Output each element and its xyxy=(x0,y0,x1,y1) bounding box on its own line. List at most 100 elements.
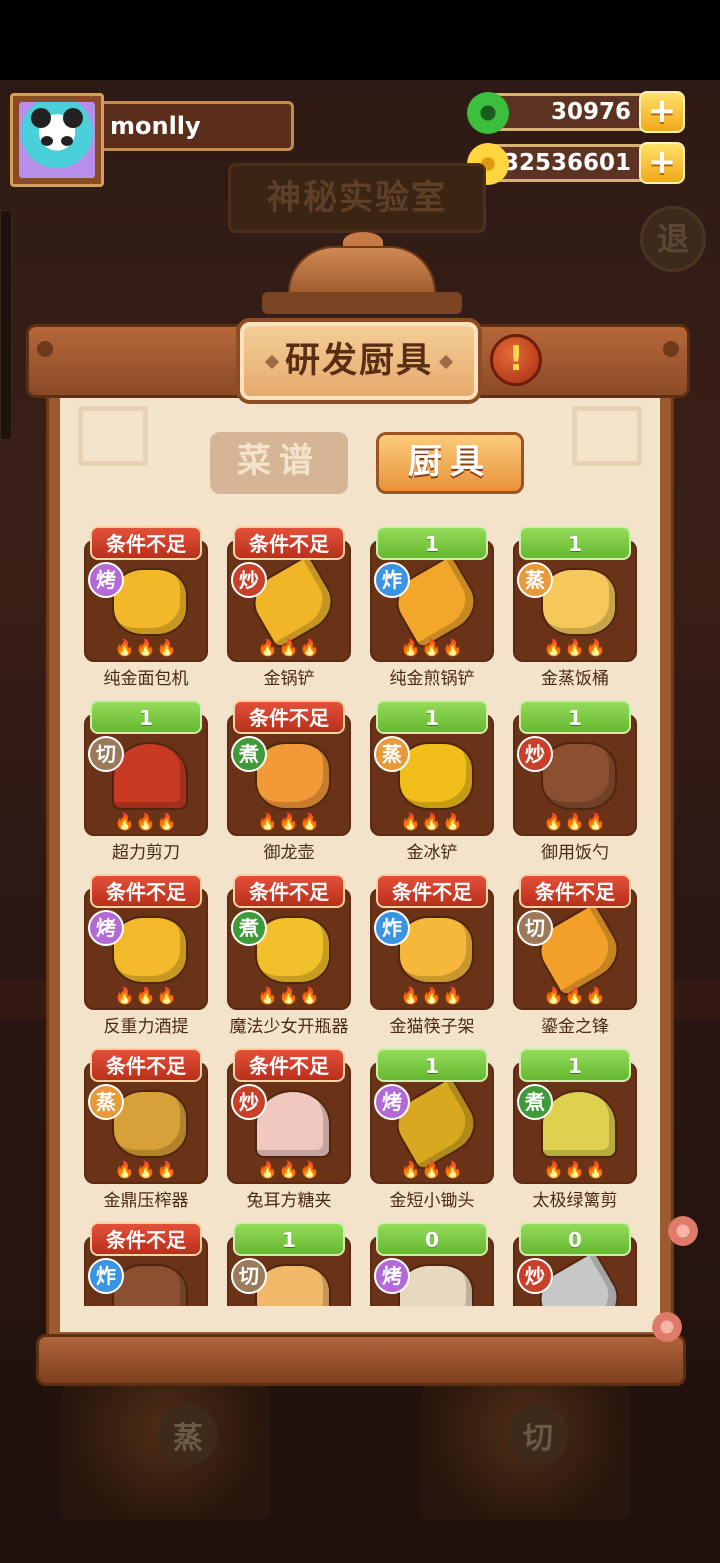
side-drawer-tab[interactable] xyxy=(0,210,12,440)
cookware-item[interactable]: 条件不足煮 🔥🔥🔥 御龙壶 xyxy=(227,700,351,874)
bottle-icon xyxy=(114,1266,186,1306)
info-alert-button[interactable]: ! xyxy=(490,334,542,386)
flame-rating-icon: 🔥🔥🔥 xyxy=(257,986,321,1005)
flame-rating-icon: 🔥🔥🔥 xyxy=(257,1160,321,1179)
item-name: 鎏金之锋 xyxy=(541,1017,609,1037)
cookware-item[interactable]: 条件不足烤 🔥🔥🔥 反重力酒提 xyxy=(84,874,208,1048)
press-icon xyxy=(114,1092,186,1156)
rod-cap xyxy=(37,341,53,357)
cook-method-badge: 蒸 xyxy=(517,562,553,598)
avatar-frame[interactable] xyxy=(10,93,104,187)
flame-rating-icon: 🔥🔥🔥 xyxy=(257,638,321,657)
exit-button[interactable]: 退 xyxy=(640,206,706,272)
cookware-item[interactable]: 条件不足蒸 🔥🔥🔥 金鼎压榨器 xyxy=(84,1048,208,1222)
cookware-item[interactable]: 0炒🔥🔥🔥 xyxy=(513,1222,637,1306)
add-gold-button[interactable]: + xyxy=(639,142,685,184)
cook-method-badge: 切 xyxy=(231,1258,267,1294)
ladle-icon xyxy=(543,744,615,808)
tab-recipes[interactable]: 菜谱 xyxy=(210,432,348,494)
requirement-badge: 条件不足 xyxy=(90,1222,202,1256)
item-name: 金蒸饭桶 xyxy=(541,669,609,689)
title-diamond-icon xyxy=(438,354,454,370)
item-name: 超力剪刀 xyxy=(112,843,180,863)
requirement-badge: 条件不足 xyxy=(376,874,488,908)
lab-title: 神秘实验室 xyxy=(228,163,486,233)
flame-rating-icon: 🔥🔥🔥 xyxy=(543,1160,607,1179)
quantity-badge: 1 xyxy=(519,1048,631,1082)
gold-amount: 32536601 xyxy=(502,150,631,176)
cook-method-badge: 煮 xyxy=(517,1084,553,1120)
cook-method-badge: 炒 xyxy=(517,1258,553,1294)
quantity-badge: 1 xyxy=(376,700,488,734)
avatar-eye xyxy=(41,136,53,146)
requirement-badge: 条件不足 xyxy=(233,526,345,560)
cook-method-badge: 炒 xyxy=(231,562,267,598)
item-name: 御龙壶 xyxy=(263,843,315,863)
cook-method-badge: 蒸 xyxy=(88,1084,124,1120)
cookware-item[interactable]: 1 烤 🔥🔥🔥 金短小锄头 xyxy=(370,1048,494,1222)
panel-title: 研发厨具 xyxy=(236,318,482,404)
cook-method-badge: 炒 xyxy=(517,736,553,772)
jade-icon xyxy=(467,92,509,134)
cook-method-badge: 煮 xyxy=(231,736,267,772)
item-name: 金锅铲 xyxy=(263,669,315,689)
cookware-item[interactable]: 条件不足炒 🔥🔥🔥 兔耳方糖夹 xyxy=(227,1048,351,1222)
cookware-item[interactable]: 0烤🔥🔥🔥 xyxy=(370,1222,494,1306)
add-jade-button[interactable]: + xyxy=(639,91,685,133)
avatar[interactable] xyxy=(19,102,95,178)
cookware-item[interactable]: 条件不足炒 🔥🔥🔥 金锅铲 xyxy=(227,526,351,700)
requirement-badge: 条件不足 xyxy=(90,874,202,908)
cookware-item[interactable]: 1 煮 🔥🔥🔥 太极绿篱剪 xyxy=(513,1048,637,1222)
cookware-item[interactable]: 1 炒 🔥🔥🔥 御用饭勺 xyxy=(513,700,637,874)
cookware-item[interactable]: 1 蒸 🔥🔥🔥 金蒸饭桶 xyxy=(513,526,637,700)
cookware-item[interactable]: 1 炸 🔥🔥🔥 纯金煎锅铲 xyxy=(370,526,494,700)
cookware-item[interactable]: 1 蒸 🔥🔥🔥 金冰铲 xyxy=(370,700,494,874)
flame-rating-icon: 🔥🔥🔥 xyxy=(400,638,464,657)
toaster-icon xyxy=(114,570,186,634)
avatar-ear xyxy=(63,108,83,128)
cookware-grid: 条件不足烤 🔥🔥🔥 纯金面包机 条件不足炒 🔥🔥🔥 金锅铲 1 炸 🔥🔥🔥 纯金煎锅铲 1 蒸 🔥🔥🔥 金… xyxy=(84,526,644,1306)
panel-title-text: 研发厨具 xyxy=(284,341,433,381)
hedge-shears-icon xyxy=(543,1092,615,1156)
cookware-item[interactable]: 1切🔥🔥🔥 xyxy=(227,1222,351,1306)
cookware-item[interactable]: 条件不足炸🔥🔥🔥 xyxy=(84,1222,208,1306)
item-name: 金鼎压榨器 xyxy=(103,1191,189,1211)
quantity-badge: 1 xyxy=(90,700,202,734)
requirement-badge: 条件不足 xyxy=(90,526,202,560)
item-name: 纯金煎锅铲 xyxy=(389,669,475,689)
flame-rating-icon: 🔥🔥🔥 xyxy=(400,1160,464,1179)
cook-method-badge: 炸 xyxy=(374,562,410,598)
scissors-icon xyxy=(114,744,186,808)
requirement-badge: 条件不足 xyxy=(233,1048,345,1082)
flame-rating-icon: 🔥🔥🔥 xyxy=(400,986,464,1005)
cook-method-badge: 切 xyxy=(88,736,124,772)
cook-method-badge: 烤 xyxy=(88,910,124,946)
flame-rating-icon: 🔥🔥🔥 xyxy=(114,638,178,657)
wine-dipper-icon xyxy=(114,918,186,982)
cookware-item[interactable]: 条件不足煮 🔥🔥🔥 魔法少女开瓶器 xyxy=(227,874,351,1048)
avatar-ear xyxy=(31,108,51,128)
flame-rating-icon: 🔥🔥🔥 xyxy=(114,986,178,1005)
flame-rating-icon: 🔥🔥🔥 xyxy=(257,812,321,831)
cookware-item[interactable]: 条件不足切 🔥🔥🔥 鎏金之锋 xyxy=(513,874,637,1048)
cook-method-badge: 蒸 xyxy=(374,736,410,772)
tab-cookware[interactable]: 厨具 xyxy=(376,432,524,494)
gold-counter: 32536601 + xyxy=(467,142,685,185)
player-name: monlly xyxy=(104,101,294,151)
cookware-item[interactable]: 条件不足炸 🔥🔥🔥 金猫筷子架 xyxy=(370,874,494,1048)
title-diamond-icon xyxy=(264,354,280,370)
cookware-item[interactable]: 1 切 🔥🔥🔥 超力剪刀 xyxy=(84,700,208,874)
cookware-item[interactable]: 条件不足烤 🔥🔥🔥 纯金面包机 xyxy=(84,526,208,700)
item-name: 御用饭勺 xyxy=(541,843,609,863)
quantity-badge: 0 xyxy=(376,1222,488,1256)
rod-cap xyxy=(663,341,679,357)
cook-method-badge: 烤 xyxy=(88,562,124,598)
requirement-badge: 条件不足 xyxy=(90,1048,202,1082)
cook-method-badge: 切 xyxy=(517,910,553,946)
sugar-tongs-icon xyxy=(257,1092,329,1156)
scroll-bottom-rod xyxy=(36,1334,686,1386)
paper-ornament xyxy=(572,406,642,466)
toaster-icon xyxy=(400,1266,472,1306)
jade-amount: 30976 xyxy=(550,99,631,125)
requirement-badge: 条件不足 xyxy=(233,700,345,734)
